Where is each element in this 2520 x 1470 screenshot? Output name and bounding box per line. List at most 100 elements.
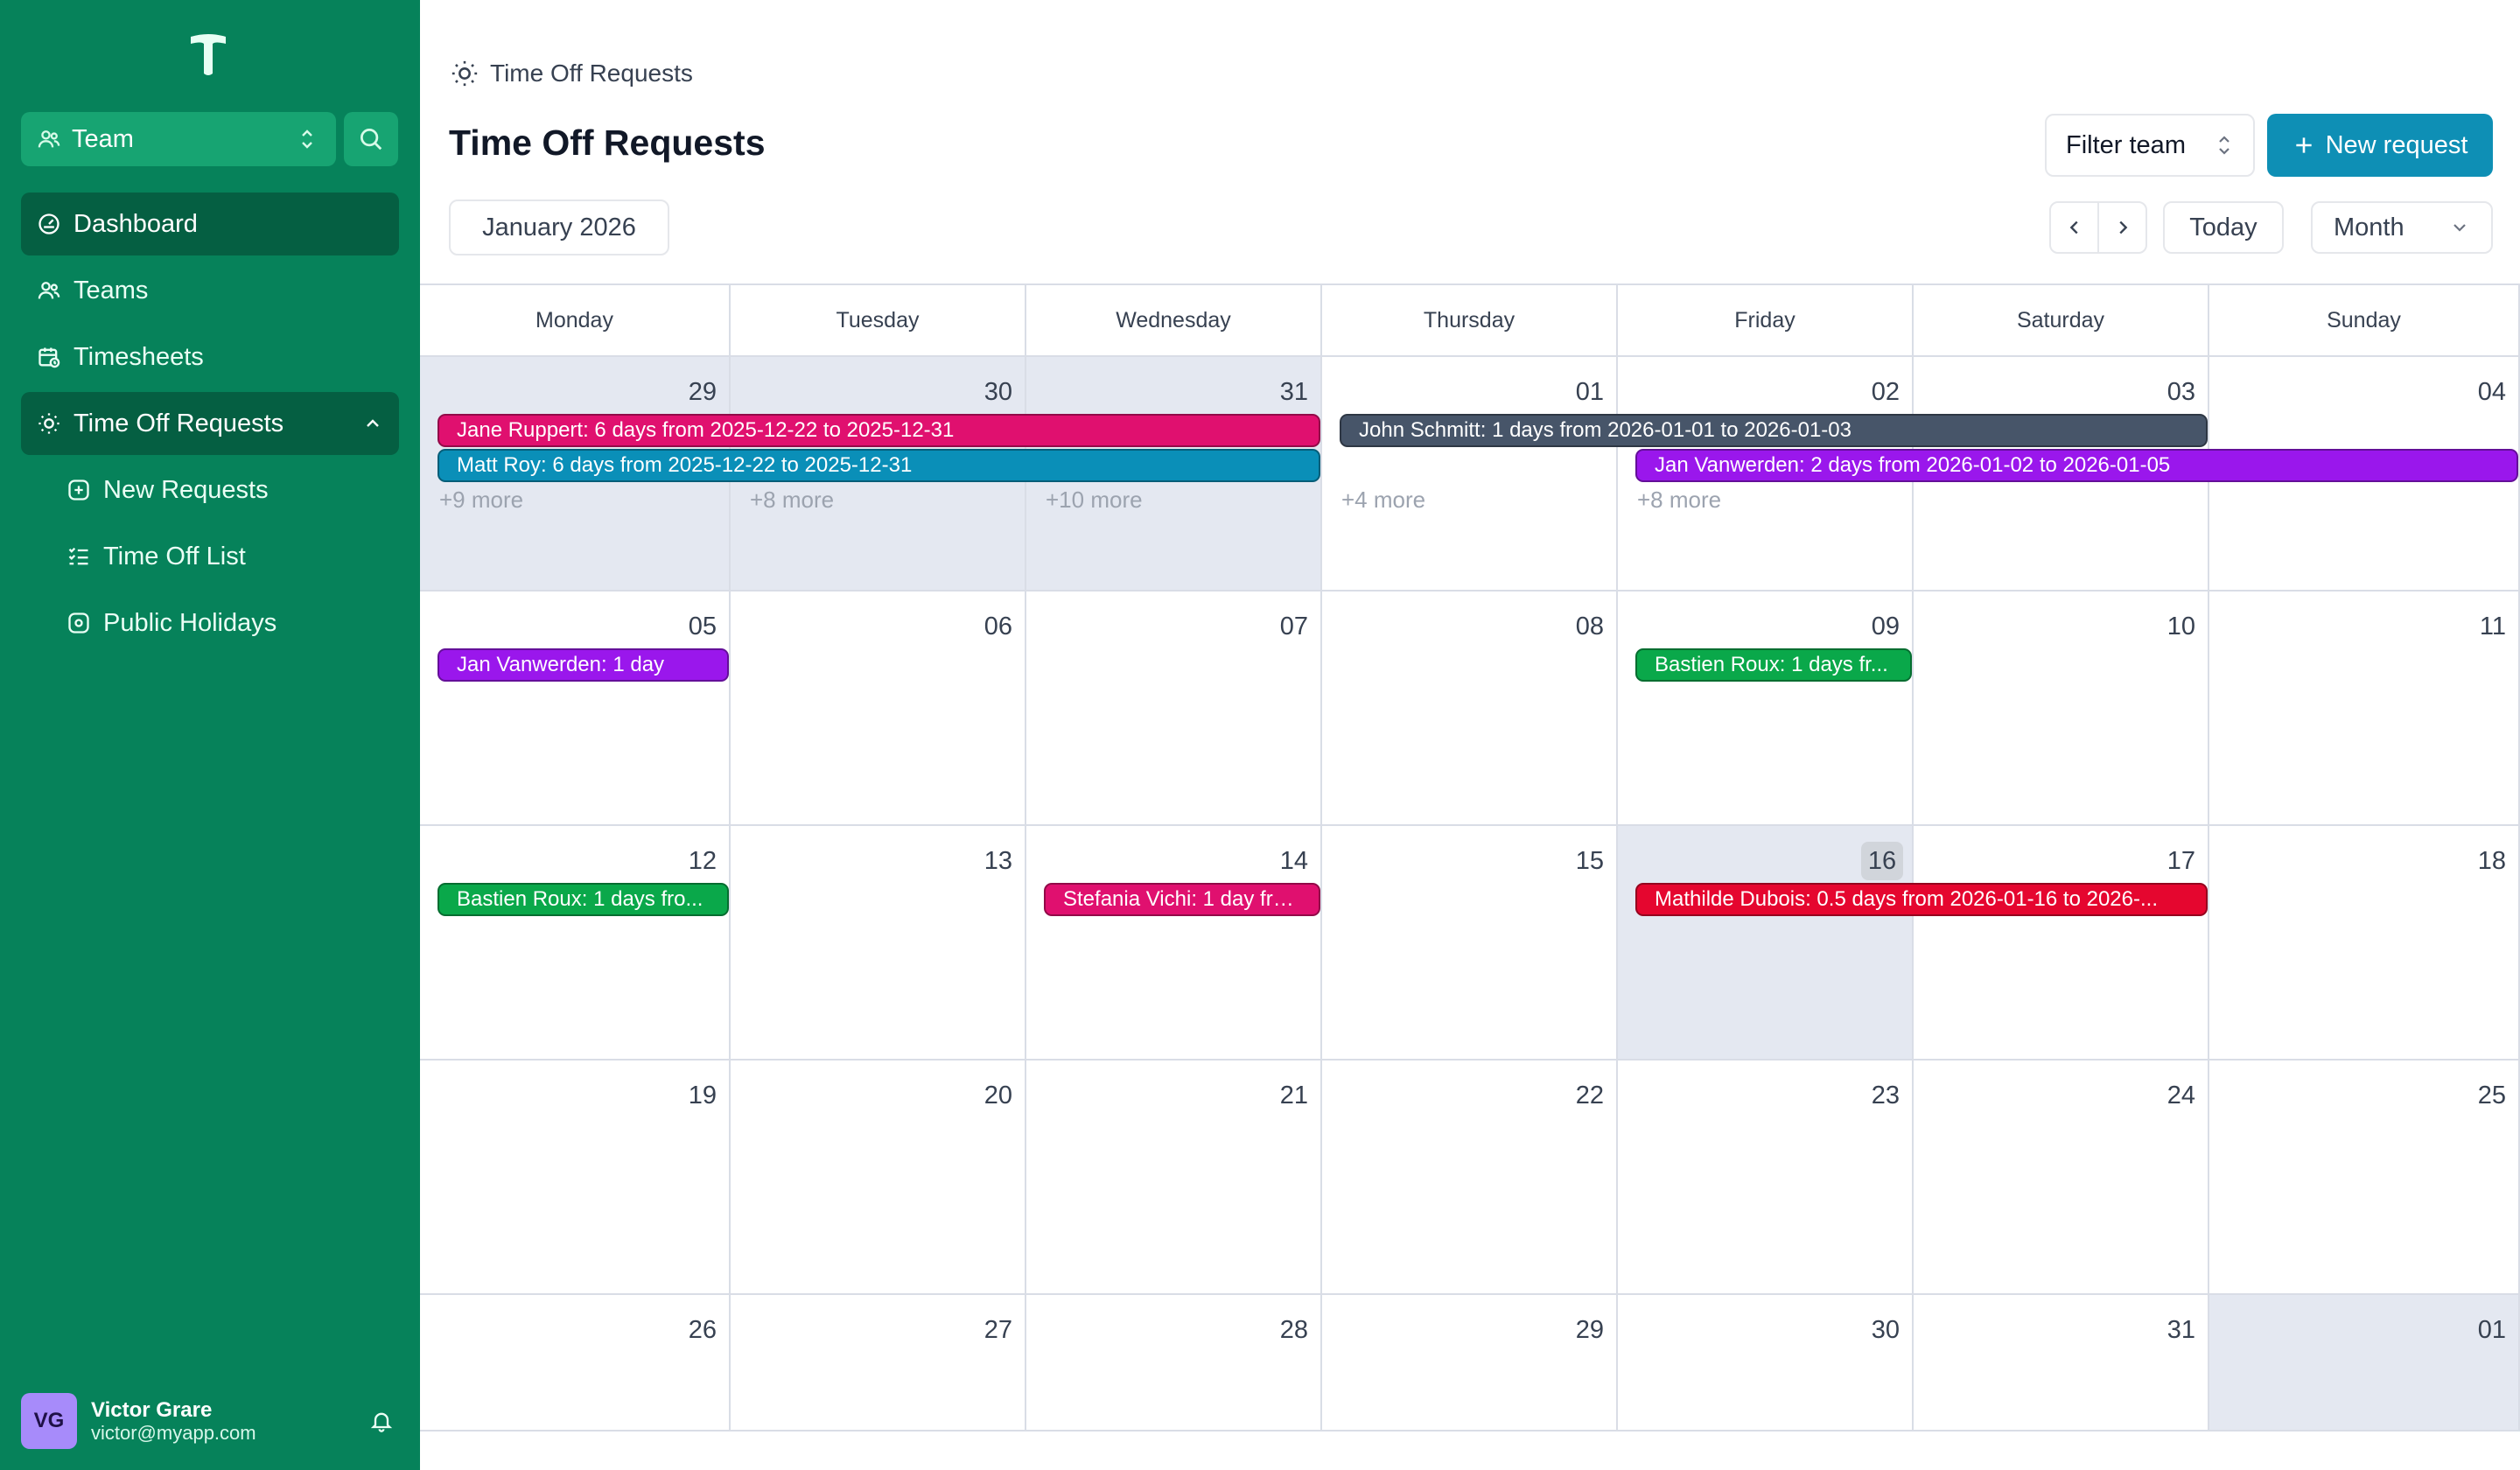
day-number: 11 xyxy=(2479,612,2506,640)
calendar-day-cell[interactable]: 20 xyxy=(731,1060,1026,1295)
sidebar-item-label: Time Off List xyxy=(103,542,246,570)
day-number: 29 xyxy=(1575,1316,1604,1344)
calendar-day-cell[interactable]: 22 xyxy=(1322,1060,1618,1295)
chevron-right-icon xyxy=(2113,218,2132,237)
weekday-header-cell: Sunday xyxy=(2209,285,2520,355)
calendar-day-cell[interactable]: 15 xyxy=(1322,826,1618,1060)
time-off-event[interactable]: Jan Vanwerden: 1 day xyxy=(438,648,729,682)
day-number: 30 xyxy=(1871,1316,1900,1344)
calendar-day-cell[interactable]: 26 xyxy=(420,1295,731,1432)
calendar-day-cell[interactable]: 05 xyxy=(420,592,731,826)
star-square-icon xyxy=(66,611,91,635)
day-number: 07 xyxy=(1279,612,1308,640)
day-number: 27 xyxy=(984,1316,1012,1344)
sidebar-item-time-off-requests[interactable]: Time Off Requests xyxy=(21,392,399,455)
sidebar-item-label: Teams xyxy=(74,276,149,304)
sidebar-subnav: New Requests Time Off List Public Holida… xyxy=(21,458,399,654)
calendar-day-cell[interactable]: 23 xyxy=(1618,1060,1914,1295)
plus-square-icon xyxy=(66,478,91,502)
calendar-day-cell[interactable]: 19 xyxy=(420,1060,731,1295)
bell-icon xyxy=(369,1409,394,1433)
calendar-day-cell[interactable]: 31 xyxy=(1914,1295,2209,1432)
chevron-left-icon xyxy=(2065,218,2084,237)
calendar-day-cell[interactable]: 08 xyxy=(1322,592,1618,826)
day-number: 06 xyxy=(984,612,1012,640)
calendar-day-cell[interactable]: 01 xyxy=(1322,357,1618,592)
more-events-link[interactable]: +8 more xyxy=(750,486,834,514)
day-number: 05 xyxy=(688,612,717,640)
current-month-label[interactable]: January 2026 xyxy=(449,200,669,256)
user-profile[interactable]: VG Victor Grare victor@myapp.com xyxy=(21,1393,399,1449)
sidebar-item-new-requests[interactable]: New Requests xyxy=(51,458,399,522)
more-events-link[interactable]: +10 more xyxy=(1046,486,1143,514)
plus-icon xyxy=(2292,134,2315,157)
sidebar-item-teams[interactable]: Teams xyxy=(21,259,399,322)
sun-icon xyxy=(450,59,480,88)
more-events-link[interactable]: +8 more xyxy=(1637,486,1721,514)
user-info: Victor Grare victor@myapp.com xyxy=(91,1398,364,1445)
sidebar-item-time-off-list[interactable]: Time Off List xyxy=(51,525,399,588)
calendar-day-cell[interactable]: 27 xyxy=(731,1295,1026,1432)
calendar-day-cell[interactable]: 29 xyxy=(1322,1295,1618,1432)
view-select[interactable]: Month xyxy=(2311,201,2493,254)
calendar-day-cell[interactable]: 11 xyxy=(2209,592,2520,826)
breadcrumb-label: Time Off Requests xyxy=(490,60,693,87)
new-request-button[interactable]: New request xyxy=(2267,114,2493,177)
notifications-button[interactable] xyxy=(364,1404,399,1438)
time-off-event[interactable]: John Schmitt: 1 days from 2026-01-01 to … xyxy=(1340,414,2208,447)
today-button[interactable]: Today xyxy=(2163,201,2284,254)
time-off-event[interactable]: Jane Ruppert: 6 days from 2025-12-22 to … xyxy=(438,414,1320,447)
time-off-event[interactable]: Bastien Roux: 1 days fro... xyxy=(438,883,729,916)
calendar-day-cell[interactable]: 06 xyxy=(731,592,1026,826)
more-events-link[interactable]: +4 more xyxy=(1341,486,1425,514)
filter-team-select[interactable]: Filter team xyxy=(2045,114,2255,177)
calendar-day-cell[interactable]: 17 xyxy=(1914,826,2209,1060)
sidebar-item-dashboard[interactable]: Dashboard xyxy=(21,192,399,256)
time-off-event[interactable]: Mathilde Dubois: 0.5 days from 2026-01-1… xyxy=(1635,883,2208,916)
previous-period-button[interactable] xyxy=(2051,203,2099,252)
day-number: 30 xyxy=(984,378,1012,406)
time-off-event[interactable]: Bastien Roux: 1 days fr... xyxy=(1635,648,1912,682)
day-number: 08 xyxy=(1575,612,1604,640)
calendar-day-cell[interactable]: 13 xyxy=(731,826,1026,1060)
next-period-button[interactable] xyxy=(2099,203,2146,252)
day-number: 24 xyxy=(2166,1082,2195,1110)
sidebar-item-label: Public Holidays xyxy=(103,608,277,637)
calendar-day-cell[interactable]: 01 xyxy=(2209,1295,2520,1432)
day-number: 03 xyxy=(2166,378,2195,406)
time-off-event[interactable]: Matt Roy: 6 days from 2025-12-22 to 2025… xyxy=(438,449,1320,482)
calendar-day-cell[interactable]: 12 xyxy=(420,826,731,1060)
calendar-day-cell[interactable]: 28 xyxy=(1026,1295,1322,1432)
calendar-day-cell[interactable]: 24 xyxy=(1914,1060,2209,1295)
calendar-day-cell[interactable]: 21 xyxy=(1026,1060,1322,1295)
page-title: Time Off Requests xyxy=(449,122,766,163)
calendar-day-cell[interactable]: 07 xyxy=(1026,592,1322,826)
day-number: 12 xyxy=(688,847,717,875)
day-number: 14 xyxy=(1279,847,1308,875)
sidebar: Team Dashboard Teams Timesheets Time Off… xyxy=(0,0,420,1470)
sidebar-item-timesheets[interactable]: Timesheets xyxy=(21,326,399,388)
day-number: 09 xyxy=(1871,612,1900,640)
calendar-day-cell[interactable]: 16 xyxy=(1618,826,1914,1060)
calendar-day-cell[interactable]: 10 xyxy=(1914,592,2209,826)
calendar-grid: 29 30 31 01 02 03 04 05 06 07 08 09 10 11 12 13 14 15 16 17… xyxy=(420,357,2520,1432)
time-off-event[interactable]: Jan Vanwerden: 2 days from 2026-01-02 to… xyxy=(1635,449,2518,482)
app-logo-icon[interactable] xyxy=(189,33,228,77)
calendar-day-cell[interactable]: 30 xyxy=(1618,1295,1914,1432)
calendar-day-cell[interactable]: 25 xyxy=(2209,1060,2520,1295)
breadcrumb[interactable]: Time Off Requests xyxy=(450,58,693,89)
sidebar-item-label: New Requests xyxy=(103,475,269,504)
time-off-event[interactable]: Stefania Vichi: 1 day fro... xyxy=(1044,883,1320,916)
sidebar-nav: Dashboard Teams Timesheets Time Off Requ… xyxy=(21,192,399,658)
calendar-day-cell[interactable]: 14 xyxy=(1026,826,1322,1060)
day-number: 23 xyxy=(1871,1082,1900,1110)
team-select[interactable]: Team xyxy=(21,112,336,166)
period-nav xyxy=(2049,201,2147,254)
weekday-header-cell: Tuesday xyxy=(731,285,1026,355)
calendar-day-cell[interactable]: 09 xyxy=(1618,592,1914,826)
search-button[interactable] xyxy=(344,112,398,166)
sidebar-item-public-holidays[interactable]: Public Holidays xyxy=(51,592,399,654)
day-number: 20 xyxy=(984,1082,1012,1110)
more-events-link[interactable]: +9 more xyxy=(439,486,523,514)
calendar-day-cell[interactable]: 18 xyxy=(2209,826,2520,1060)
